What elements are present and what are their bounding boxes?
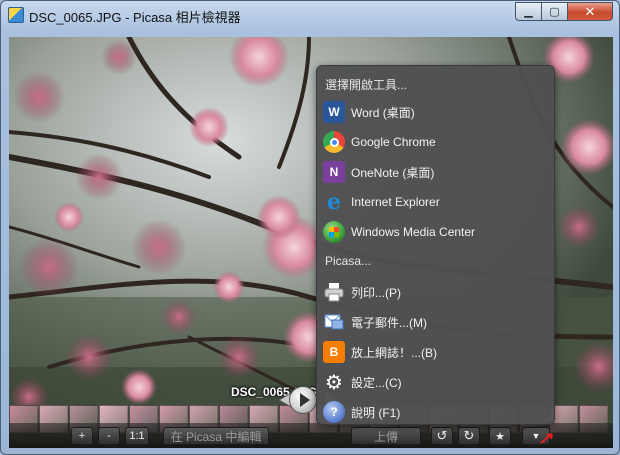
media-center-icon [323, 221, 345, 243]
actual-size-label: 1:1 [129, 430, 145, 442]
menu-item-internet-explorer[interactable]: e Internet Explorer [323, 189, 549, 215]
ie-icon: e [327, 189, 341, 215]
email-icon [323, 311, 345, 333]
window-controls: ▁ ▢ ✕ [515, 2, 613, 22]
minimize-icon: ▁ [524, 6, 533, 18]
rotate-right-icon: ↻ [463, 428, 475, 443]
rotate-left-button[interactable]: ↺ [431, 427, 453, 445]
menu-item-label: OneNote (桌面) [351, 165, 435, 180]
rotate-right-button[interactable]: ↻ [458, 427, 480, 445]
open-with-menu: 選擇開啟工具... W Word (桌面) Google Chrome N On… [316, 65, 555, 425]
picasa-header: Picasa... [325, 254, 372, 268]
rotate-left-icon: ↺ [436, 428, 448, 443]
menu-item-label: Windows Media Center [351, 225, 476, 239]
edit-in-picasa-button[interactable]: 在 Picasa 中編輯 [163, 427, 269, 445]
menu-item-label: Internet Explorer [351, 195, 440, 209]
upload-button[interactable]: 上傳 [351, 427, 421, 445]
menu-item-label: 設定...(C) [351, 375, 402, 390]
zoom-in-icon: + [78, 430, 86, 442]
menu-item-word[interactable]: W Word (桌面) [323, 99, 549, 125]
picasa-app-icon [8, 7, 24, 23]
menu-item-label: 說明 (F1) [351, 405, 401, 420]
menu-item-blog-this[interactable]: B 放上網誌！...(B) [323, 339, 549, 365]
printer-icon [323, 281, 345, 303]
menu-item-label: Google Chrome [351, 135, 436, 149]
picasa-photo-viewer-window: DSC_0065.JPG - Picasa 相片檢視器 ▁ ▢ ✕ DSC_00… [0, 0, 620, 455]
actual-size-button[interactable]: 1:1 [125, 427, 149, 445]
play-slideshow-button[interactable] [289, 386, 317, 414]
menu-item-google-chrome[interactable]: Google Chrome [323, 129, 549, 155]
maximize-button[interactable]: ▢ [542, 2, 568, 21]
open-with-header: 選擇開啟工具... [325, 77, 408, 92]
menu-item-help[interactable]: ? 說明 (F1) [323, 399, 549, 425]
menu-item-onenote[interactable]: N OneNote (桌面) [323, 159, 549, 185]
edit-in-picasa-label: 在 Picasa 中編輯 [170, 429, 262, 444]
menu-item-label: 放上網誌！...(B) [351, 345, 437, 360]
title-bar[interactable]: DSC_0065.JPG - Picasa 相片檢視器 ▁ ▢ ✕ [1, 1, 619, 31]
menu-item-print[interactable]: 列印...(P) [323, 279, 549, 305]
window-title: DSC_0065.JPG - Picasa 相片檢視器 [29, 10, 241, 25]
chrome-icon [323, 131, 345, 153]
minimize-button[interactable]: ▁ [515, 2, 542, 21]
star-button[interactable]: ★ [489, 427, 511, 445]
menu-item-label: 列印...(P) [351, 285, 401, 300]
close-icon: ✕ [584, 3, 596, 19]
maximize-icon: ▢ [549, 6, 560, 18]
zoom-in-button[interactable]: + [71, 427, 93, 445]
menu-item-email[interactable]: 電子郵件...(M) [323, 309, 549, 335]
word-icon: W [323, 101, 345, 123]
close-button[interactable]: ✕ [568, 2, 613, 21]
zoom-out-button[interactable]: - [98, 427, 120, 445]
star-icon: ★ [495, 430, 505, 443]
red-pointer-arrow-icon [540, 433, 553, 444]
menu-item-settings[interactable]: ⚙ 設定...(C) [323, 369, 549, 395]
gear-icon: ⚙ [325, 371, 343, 394]
menu-item-label: 電子郵件...(M) [351, 315, 427, 330]
zoom-out-icon: - [107, 430, 111, 442]
menu-item-windows-media-center[interactable]: Windows Media Center [323, 219, 549, 245]
onenote-icon: N [323, 161, 345, 183]
blogger-icon: B [323, 341, 345, 363]
upload-label: 上傳 [373, 429, 398, 444]
menu-item-label: Word (桌面) [351, 105, 415, 120]
help-icon: ? [323, 401, 345, 423]
